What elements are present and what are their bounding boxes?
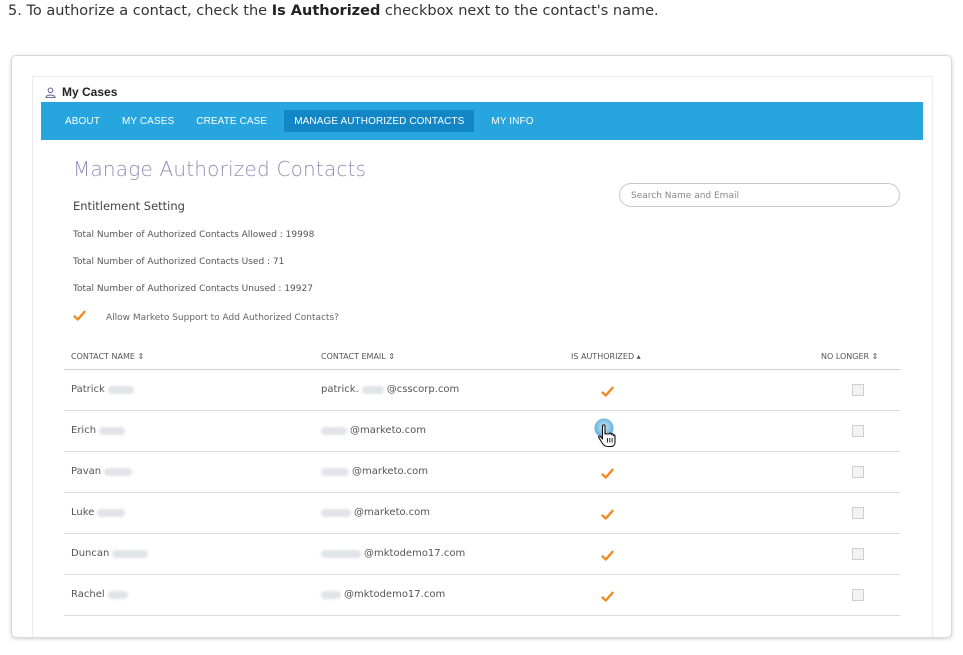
- is-authorized-checkbox[interactable]: [601, 465, 615, 479]
- contact-email: @mktodemo17.com: [321, 589, 445, 600]
- redacted-text: [321, 590, 341, 599]
- search-box: [619, 183, 900, 207]
- search-input[interactable]: [629, 187, 888, 205]
- nav-my-cases[interactable]: MY CASES: [111, 102, 185, 140]
- checkmark-icon: [73, 310, 86, 321]
- table-row: Erich @marketo.com: [64, 411, 900, 452]
- nav-manage-authorized-contacts[interactable]: MANAGE AUTHORIZED CONTACTS: [284, 110, 475, 132]
- redacted-text: [107, 590, 128, 599]
- table-header: CONTACT NAME ⇕ CONTACT EMAIL ⇕ IS AUTHOR…: [64, 344, 900, 370]
- contact-email: @marketo.com: [321, 507, 430, 518]
- checkmark-icon: [601, 591, 614, 602]
- stat-used: Total Number of Authorized Contacts Used…: [73, 257, 285, 267]
- nav-create-case[interactable]: CREATE CASE: [185, 102, 278, 140]
- is-authorized-checkbox[interactable]: [593, 418, 627, 452]
- hand-cursor-icon: [594, 418, 616, 448]
- header-is-authorized[interactable]: IS AUTHORIZED ▴: [571, 352, 641, 361]
- redacted-text: [97, 508, 126, 517]
- allow-support-row: Allow Marketo Support to Add Authorized …: [73, 310, 339, 325]
- table-row: Patrick patrick. @csscorp.com: [64, 370, 900, 411]
- contact-email: @marketo.com: [321, 425, 426, 436]
- contact-name: Luke: [71, 507, 128, 518]
- main-nav: ABOUT MY CASES CREATE CASE MANAGE AUTHOR…: [41, 102, 923, 140]
- stat-allowed: Total Number of Authorized Contacts Allo…: [73, 230, 315, 240]
- no-longer-checkbox[interactable]: [852, 425, 864, 437]
- portal-title: My Cases: [62, 85, 118, 99]
- contact-name: Rachel: [71, 589, 131, 600]
- contact-name: Erich: [71, 425, 128, 436]
- no-longer-checkbox[interactable]: [852, 548, 864, 560]
- redacted-text: [107, 385, 134, 394]
- contact-email: @mktodemo17.com: [321, 548, 465, 559]
- redacted-text: [112, 549, 149, 558]
- contact-email: patrick. @csscorp.com: [321, 384, 460, 395]
- is-authorized-checkbox[interactable]: [601, 506, 615, 520]
- table-row: Rachel @mktodemo17.com: [64, 575, 900, 616]
- contact-email: @marketo.com: [321, 466, 428, 477]
- instruction-step: 5. To authorize a contact, check the: [8, 3, 272, 19]
- is-authorized-checkbox[interactable]: [601, 383, 615, 397]
- sort-both-icon: ⇕: [388, 352, 395, 361]
- sort-both-icon: ⇕: [137, 352, 145, 361]
- support-portal: My Cases ABOUT MY CASES CREATE CASE MANA…: [32, 76, 933, 637]
- is-authorized-checkbox[interactable]: [601, 588, 615, 602]
- header-no-longer[interactable]: NO LONGER ⇕: [821, 352, 878, 361]
- header-contact-name[interactable]: CONTACT NAME ⇕: [71, 352, 144, 361]
- table-row: Luke @marketo.com: [64, 493, 900, 534]
- checkmark-icon: [601, 386, 614, 397]
- redacted-text: [99, 426, 126, 435]
- redacted-text: [321, 549, 361, 558]
- stat-unused: Total Number of Authorized Contacts Unus…: [73, 284, 313, 294]
- instruction-bold: Is Authorized: [271, 3, 381, 19]
- allow-support-label: Allow Marketo Support to Add Authorized …: [106, 312, 339, 323]
- entitlement-setting-heading: Entitlement Setting: [73, 199, 185, 213]
- contacts-table: CONTACT NAME ⇕ CONTACT EMAIL ⇕ IS AUTHOR…: [64, 344, 900, 616]
- is-authorized-checkbox[interactable]: [601, 547, 615, 561]
- instruction-text: 5. To authorize a contact, check the Is …: [8, 3, 659, 19]
- table-row: Pavan @marketo.com: [64, 452, 900, 493]
- page-title: Manage Authorized Contacts: [73, 157, 367, 181]
- checkmark-icon: [601, 550, 614, 561]
- instruction-rest: checkbox next to the contact's name.: [380, 3, 659, 19]
- no-longer-checkbox[interactable]: [852, 384, 864, 396]
- redacted-text: [361, 385, 384, 394]
- checkmark-icon: [601, 509, 614, 520]
- screenshot-frame: My Cases ABOUT MY CASES CREATE CASE MANA…: [11, 55, 952, 638]
- contact-name: Pavan: [71, 466, 135, 477]
- user-icon: [45, 86, 56, 98]
- table-row: Duncan @mktodemo17.com: [64, 534, 900, 575]
- no-longer-checkbox[interactable]: [852, 466, 864, 478]
- redacted-text: [321, 467, 349, 476]
- nav-my-info[interactable]: MY INFO: [480, 102, 544, 140]
- portal-header: My Cases: [45, 82, 117, 102]
- contact-name: Patrick: [71, 384, 137, 395]
- contact-name: Duncan: [71, 548, 151, 559]
- sort-both-icon: ⇕: [871, 352, 879, 361]
- redacted-text: [104, 467, 133, 476]
- nav-about[interactable]: ABOUT: [41, 102, 111, 140]
- redacted-text: [321, 508, 351, 517]
- sort-asc-icon: ▴: [636, 352, 641, 361]
- allow-support-checkbox[interactable]: [73, 310, 87, 325]
- checkmark-icon: [601, 468, 614, 479]
- redacted-text: [321, 426, 347, 435]
- header-contact-email[interactable]: CONTACT EMAIL ⇕: [321, 352, 395, 361]
- no-longer-checkbox[interactable]: [852, 507, 864, 519]
- no-longer-checkbox[interactable]: [852, 589, 864, 601]
